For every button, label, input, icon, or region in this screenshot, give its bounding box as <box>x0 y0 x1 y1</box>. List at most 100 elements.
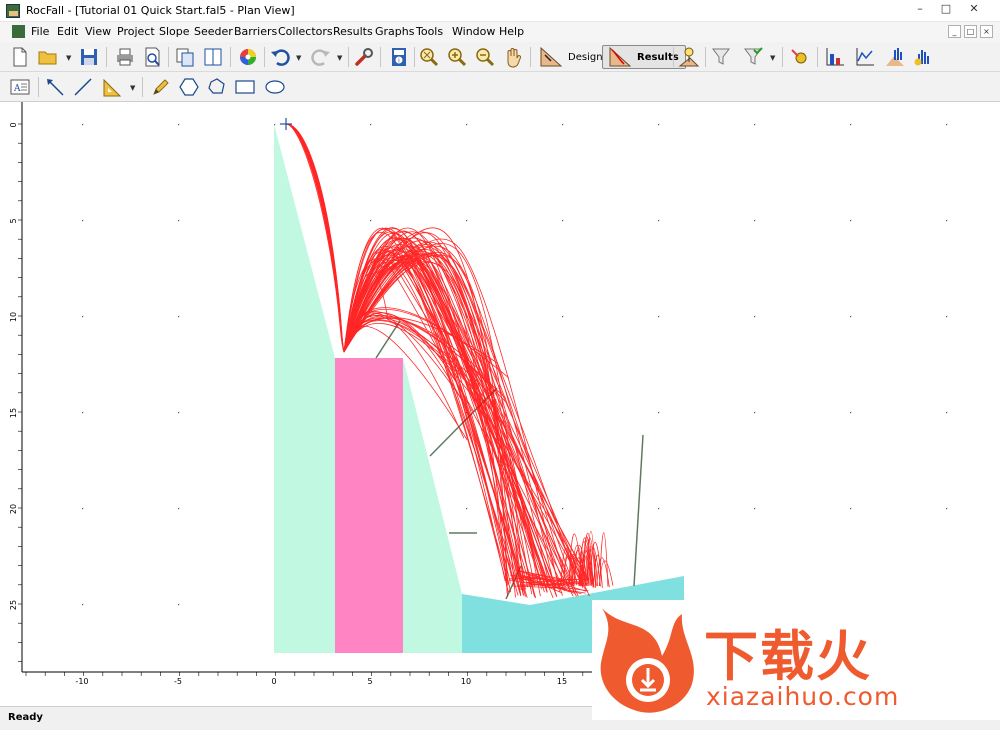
undo-dropdown-icon[interactable]: ▼ <box>296 54 301 62</box>
maximize-button[interactable]: □ <box>934 1 958 17</box>
ruler-dropdown-icon[interactable]: ▼ <box>130 84 135 92</box>
redo-icon[interactable] <box>310 46 332 68</box>
grid-dot <box>754 412 756 414</box>
title-bar: RocFall - [Tutorial 01 Quick Start.fal5 … <box>0 0 1000 22</box>
grid-dot <box>82 220 84 222</box>
y-tick-label: 5 <box>9 218 18 223</box>
grid-dot <box>178 604 180 606</box>
menu-help[interactable]: Help <box>499 25 524 38</box>
menu-window[interactable]: Window <box>452 25 495 38</box>
filter-check-icon[interactable] <box>742 46 764 68</box>
menu-edit[interactable]: Edit <box>57 25 78 38</box>
grid-dot <box>754 124 756 126</box>
menu-seeder[interactable]: Seeder <box>194 25 233 38</box>
menu-tools[interactable]: Tools <box>416 25 443 38</box>
mdi-close-button[interactable]: × <box>980 25 993 38</box>
grid-dot <box>82 604 84 606</box>
x-tick-label: 10 <box>461 677 471 686</box>
grid-dot <box>370 124 372 126</box>
grid-dot <box>946 508 948 510</box>
design-mode-button[interactable]: Design <box>534 45 609 69</box>
menu-graphs[interactable]: Graphs <box>375 25 414 38</box>
mdi-minimize-button[interactable]: _ <box>948 25 961 38</box>
rocfall-app-icon <box>6 4 20 18</box>
open-folder-icon[interactable] <box>37 46 59 68</box>
menu-view[interactable]: View <box>85 25 111 38</box>
rectangle-icon[interactable] <box>234 76 256 98</box>
grid-dot <box>466 220 468 222</box>
filter-dropdown-icon[interactable]: ▼ <box>770 54 775 62</box>
design-mode-icon <box>540 47 562 67</box>
menu-slope[interactable]: Slope <box>159 25 190 38</box>
grid-dot <box>658 508 660 510</box>
menu-results[interactable]: Results <box>333 25 373 38</box>
zoom-in-icon[interactable] <box>446 46 468 68</box>
filter-icon[interactable] <box>710 46 732 68</box>
zoom-out-icon[interactable] <box>474 46 496 68</box>
seeder-crosshair-icon[interactable] <box>280 118 292 130</box>
grid-dot <box>850 124 852 126</box>
minimize-button[interactable]: – <box>908 1 932 17</box>
menu-barriers[interactable]: Barriers <box>234 25 277 38</box>
grid-dot <box>370 220 372 222</box>
polygon-icon[interactable] <box>178 76 200 98</box>
print-icon[interactable] <box>114 46 136 68</box>
color-wheel-icon[interactable] <box>237 46 259 68</box>
x-tick-label: 0 <box>271 677 276 686</box>
grid-dot <box>466 124 468 126</box>
triangle-ruler-icon[interactable] <box>102 76 124 98</box>
rock-icon[interactable] <box>789 46 811 68</box>
undo-icon[interactable] <box>269 46 291 68</box>
vertical-ruler <box>0 102 22 706</box>
grid-dot <box>754 316 756 318</box>
new-file-icon[interactable] <box>9 46 31 68</box>
mdi-restore-button[interactable]: □ <box>964 25 977 38</box>
zoom-all-icon[interactable] <box>418 46 440 68</box>
slope-material-right[interactable] <box>403 358 462 653</box>
grid-dot <box>466 508 468 510</box>
y-tick-label: 15 <box>9 408 18 418</box>
line-icon[interactable] <box>72 76 94 98</box>
line-graph-icon[interactable] <box>854 46 876 68</box>
grid-dot <box>946 124 948 126</box>
energy-graph-icon[interactable] <box>912 46 934 68</box>
grid-dot <box>82 508 84 510</box>
print-preview-icon[interactable] <box>142 46 164 68</box>
grid-dot <box>178 124 180 126</box>
grid-dot <box>754 220 756 222</box>
slope-material-pink[interactable] <box>335 358 403 653</box>
histogram-icon[interactable] <box>884 46 906 68</box>
close-button[interactable]: ✕ <box>962 1 986 17</box>
wrench-icon[interactable] <box>353 46 375 68</box>
x-tick-label: -5 <box>174 677 182 686</box>
save-icon[interactable] <box>78 46 100 68</box>
svg-text:A: A <box>13 84 21 94</box>
pan-hand-icon[interactable] <box>502 46 524 68</box>
grid-dot <box>946 316 948 318</box>
pencil-icon[interactable] <box>150 76 172 98</box>
bar-graph-icon[interactable] <box>824 46 846 68</box>
ellipse-icon[interactable] <box>264 76 286 98</box>
copy-icon[interactable] <box>174 46 196 68</box>
grid-dot <box>82 412 84 414</box>
results-mode-icon <box>609 47 631 67</box>
redo-dropdown-icon[interactable]: ▼ <box>337 54 342 62</box>
menu-file[interactable]: File <box>31 25 49 38</box>
document-icon[interactable] <box>12 25 25 38</box>
main-toolbar: ▼ ▼ ▼ i Design Results ▼ <box>0 42 1000 72</box>
info-icon[interactable]: i <box>388 46 410 68</box>
probe-icon[interactable] <box>678 46 700 68</box>
grid-dot <box>562 124 564 126</box>
columns-icon[interactable] <box>202 46 224 68</box>
grid-dot <box>562 412 564 414</box>
polygon-outline-icon[interactable] <box>206 76 228 98</box>
menu-project[interactable]: Project <box>117 25 155 38</box>
menu-collectors[interactable]: Collectors <box>278 25 333 38</box>
drawing-toolbar: A ▼ <box>0 72 1000 102</box>
grid-dot <box>178 220 180 222</box>
arrow-icon[interactable] <box>44 76 66 98</box>
grid-dot <box>946 412 948 414</box>
open-dropdown-icon[interactable]: ▼ <box>66 54 71 62</box>
text-box-icon[interactable]: A <box>9 76 31 98</box>
slope-material-left[interactable] <box>274 124 335 653</box>
